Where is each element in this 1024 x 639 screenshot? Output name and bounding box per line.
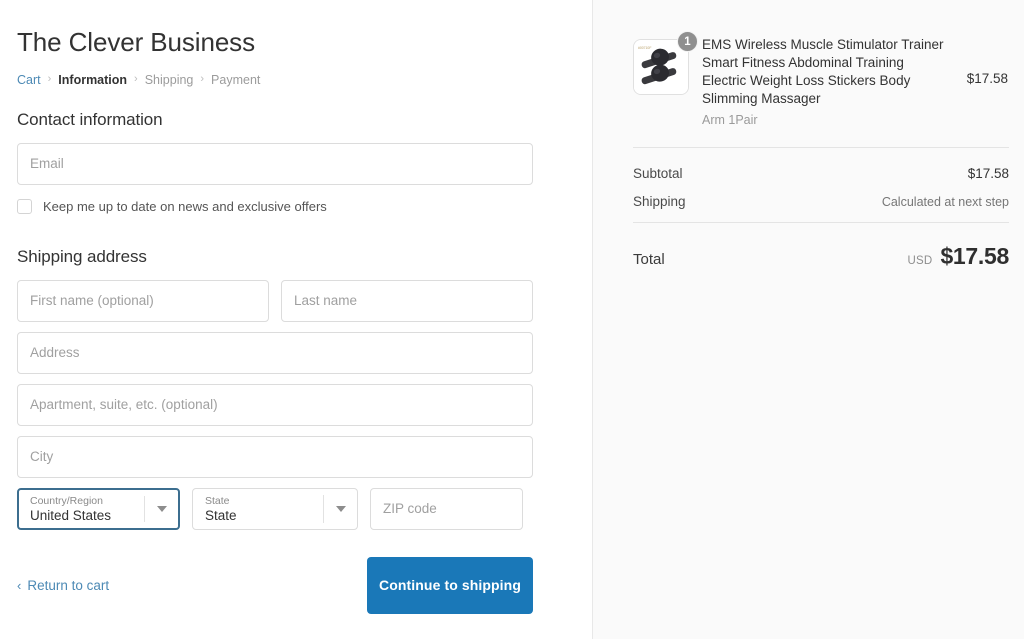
breadcrumb-item-payment: Payment (211, 72, 261, 87)
item-quantity-badge: 1 (677, 31, 698, 52)
total-label: Total (633, 250, 665, 268)
return-to-cart-link[interactable]: ‹ Return to cart (17, 578, 109, 593)
order-summary-panel: #00710F 1 EMS Wireless Muscle Stimulator… (592, 0, 1024, 639)
breadcrumb-separator-icon: › (200, 73, 205, 86)
shipping-address-heading: Shipping address (17, 246, 147, 266)
name-row: First name (optional) Last name (17, 279, 592, 322)
first-name-input[interactable]: First name (optional) (17, 279, 269, 322)
subtotal-value: $17.58 (967, 165, 1009, 181)
newsletter-optin-label: Keep me up to date on news and exclusive… (43, 199, 327, 215)
order-line-item: #00710F 1 EMS Wireless Muscle Stimulator… (633, 31, 1008, 127)
total-amount-group: USD $17.58 (907, 242, 1010, 270)
product-info: EMS Wireless Muscle Stimulator Trainer S… (689, 36, 956, 127)
checkout-form-column: The Clever Business Cart › Information ›… (0, 0, 592, 639)
shipping-label: Shipping (633, 193, 686, 209)
product-variant: Arm 1Pair (702, 112, 758, 127)
subtotal-label: Subtotal (633, 165, 683, 181)
continue-to-shipping-button[interactable]: Continue to shipping (367, 556, 533, 614)
state-chevron-down-icon[interactable] (323, 494, 357, 523)
breadcrumb-item-cart[interactable]: Cart (17, 73, 41, 87)
form-actions: ‹ Return to cart Continue to shipping (17, 556, 533, 614)
breadcrumb-item-information: Information (58, 72, 128, 87)
country-region-select[interactable]: Country/Region United States (17, 487, 180, 530)
return-to-cart-label: Return to cart (27, 577, 110, 593)
product-title: EMS Wireless Muscle Stimulator Trainer S… (702, 37, 944, 106)
zip-code-input[interactable]: ZIP code (370, 487, 523, 530)
subtotal-row: Subtotal $17.58 (633, 166, 1009, 181)
address-input[interactable]: Address (17, 331, 533, 374)
total-value: $17.58 (940, 242, 1009, 269)
shipping-row: Shipping Calculated at next step (633, 194, 1009, 209)
product-price: $17.58 (966, 71, 1008, 86)
email-input[interactable]: Email (17, 142, 533, 185)
checkout-page: The Clever Business Cart › Information ›… (0, 0, 1024, 639)
breadcrumb: Cart › Information › Shipping › Payment (17, 72, 592, 88)
last-name-input[interactable]: Last name (281, 279, 533, 322)
total-row: Total USD $17.58 (633, 223, 1009, 270)
breadcrumb-separator-icon: › (134, 73, 138, 86)
newsletter-checkbox[interactable] (17, 199, 32, 215)
svg-text:#00710F: #00710F (638, 46, 651, 50)
contact-information-heading: Contact information (17, 109, 163, 129)
product-thumbnail-wrap: #00710F 1 (633, 31, 698, 95)
country-state-zip-row: Country/Region United States State State… (17, 487, 592, 530)
breadcrumb-item-shipping: Shipping (144, 72, 194, 87)
apartment-input[interactable]: Apartment, suite, etc. (optional) (17, 383, 533, 426)
totals-section: Subtotal $17.58 Shipping Calculated at n… (633, 148, 1009, 209)
breadcrumb-separator-icon: › (47, 73, 52, 86)
newsletter-optin-row[interactable]: Keep me up to date on news and exclusive… (17, 198, 592, 216)
country-chevron-down-icon[interactable] (144, 495, 178, 522)
page-title: The Clever Business (17, 27, 255, 57)
chevron-left-icon: ‹ (17, 577, 22, 593)
state-select[interactable]: State State (192, 487, 358, 530)
city-input[interactable]: City (17, 435, 533, 478)
shipping-value: Calculated at next step (881, 194, 1009, 209)
total-currency: USD (907, 254, 933, 267)
